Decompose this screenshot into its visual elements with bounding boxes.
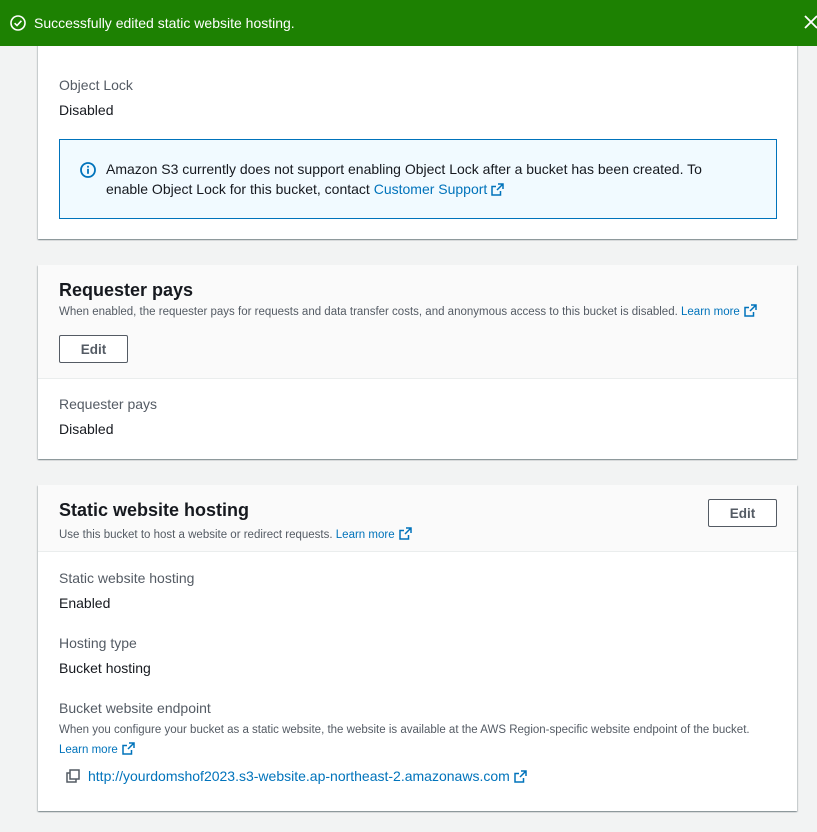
endpoint-label: Bucket website endpoint bbox=[59, 700, 211, 716]
learn-more-label: Learn more bbox=[59, 744, 118, 756]
object-lock-info-alert: Amazon S3 currently does not support ena… bbox=[59, 139, 777, 219]
external-link-icon bbox=[122, 742, 135, 755]
static-hosting-status-value: Enabled bbox=[59, 595, 111, 611]
external-link-icon bbox=[491, 181, 505, 196]
requester-pays-learn-more-link[interactable]: Learn more bbox=[681, 304, 757, 318]
success-flashbar: Successfully edited static website hosti… bbox=[0, 0, 817, 46]
customer-support-label: Customer Support bbox=[373, 181, 488, 197]
static-hosting-edit-button[interactable]: Edit bbox=[708, 499, 777, 527]
close-icon[interactable] bbox=[803, 13, 817, 31]
requester-pays-label: Requester pays bbox=[59, 396, 158, 412]
flash-message: Successfully edited static website hosti… bbox=[34, 15, 295, 31]
static-hosting-status-label: Static website hosting bbox=[59, 570, 195, 586]
object-lock-label: Object Lock bbox=[59, 77, 133, 93]
external-link-icon bbox=[398, 527, 412, 540]
object-lock-info-text: Amazon S3 currently does not support ena… bbox=[106, 159, 746, 199]
endpoint-url-link[interactable]: http://yourdomshof2023.s3-website.ap-nor… bbox=[88, 768, 527, 784]
requester-pays-edit-button[interactable]: Edit bbox=[59, 335, 128, 363]
hosting-type-label: Hosting type bbox=[59, 635, 137, 651]
copy-icon[interactable] bbox=[66, 769, 80, 783]
endpoint-learn-more-link[interactable]: Learn more bbox=[59, 742, 135, 756]
endpoint-description: When you configure your bucket as a stat… bbox=[59, 720, 764, 760]
learn-more-label: Learn more bbox=[335, 529, 395, 541]
requester-pays-header: Requester pays When enabled, the request… bbox=[38, 265, 797, 379]
external-link-icon bbox=[514, 770, 527, 783]
static-hosting-title: Static website hosting bbox=[59, 500, 250, 520]
static-hosting-desc-text: Use this bucket to host a website or red… bbox=[59, 529, 333, 541]
object-lock-value: Disabled bbox=[59, 102, 114, 118]
external-link-icon bbox=[744, 304, 757, 317]
requester-pays-desc-text: When enabled, the requester pays for req… bbox=[59, 306, 678, 318]
static-hosting-learn-more-link[interactable]: Learn more bbox=[335, 527, 412, 541]
learn-more-label: Learn more bbox=[681, 306, 740, 318]
static-hosting-header: Static website hosting Use this bucket t… bbox=[38, 485, 797, 552]
check-circle-icon bbox=[10, 15, 26, 31]
static-hosting-description: Use this bucket to host a website or red… bbox=[59, 527, 412, 543]
endpoint-url: http://yourdomshof2023.s3-website.ap-nor… bbox=[88, 768, 510, 784]
requester-pays-title: Requester pays bbox=[59, 280, 194, 300]
requester-pays-value: Disabled bbox=[59, 421, 114, 437]
customer-support-link[interactable]: Customer Support bbox=[374, 181, 505, 197]
info-icon bbox=[80, 162, 96, 178]
static-hosting-panel: Static website hosting Use this bucket t… bbox=[38, 485, 797, 811]
endpoint-desc-text: When you configure your bucket as a stat… bbox=[59, 724, 750, 736]
requester-pays-description: When enabled, the requester pays for req… bbox=[59, 304, 759, 320]
requester-pays-panel: Requester pays When enabled, the request… bbox=[38, 265, 797, 459]
hosting-type-value: Bucket hosting bbox=[59, 660, 151, 676]
